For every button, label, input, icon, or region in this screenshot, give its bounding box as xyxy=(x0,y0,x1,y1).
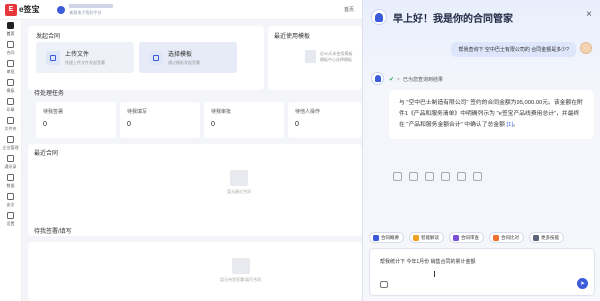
assistant-header: 早上好！我是你的合同管家 xyxy=(371,9,513,25)
template-icon xyxy=(7,79,14,87)
contract-icon xyxy=(7,41,14,49)
text-cursor xyxy=(434,271,435,277)
top-bar: E e签宝 新版电子签约平台 首页 xyxy=(0,0,362,20)
start-contract-title: 发起合同 xyxy=(36,34,61,40)
sidebar-item-folder[interactable]: 文件夹 xyxy=(0,115,21,134)
logo-text: e签宝 xyxy=(19,5,40,14)
chat-input[interactable]: 帮我统计下 今年1月份 销售合同的累计金额 ➤ xyxy=(369,248,595,296)
edit-icon[interactable] xyxy=(441,172,450,181)
summary-icon xyxy=(373,234,379,241)
pending-card xyxy=(28,242,362,301)
sidebar-item-enterprise[interactable]: 企业管理 xyxy=(0,134,21,153)
choose-template-desc: 通过模板发起签署 xyxy=(168,60,200,65)
sidebar-item-contacts[interactable]: 通讯录 xyxy=(0,153,21,172)
folder-icon xyxy=(7,117,14,125)
share-icon[interactable] xyxy=(425,172,434,181)
home-icon xyxy=(7,22,14,30)
sidebar-item-approval[interactable]: 审批 xyxy=(0,58,21,77)
chip-contract-compare[interactable]: 合同比对 xyxy=(489,232,524,243)
recent-contracts-title: 最近合同 xyxy=(34,151,59,157)
approval-icon xyxy=(7,60,14,68)
enterprise-icon xyxy=(7,136,14,144)
upload-file-label: 上传文件 xyxy=(65,52,90,58)
choose-template-button[interactable]: 选择模板 通过模板发起签署 xyxy=(139,42,237,73)
upload-icon xyxy=(46,50,60,65)
recent-template-empty: 近90天未使用模板 模板中心选择模板 xyxy=(305,50,352,63)
user-avatar xyxy=(580,42,592,54)
org-name-redacted xyxy=(69,3,114,8)
assistant-avatar-icon xyxy=(371,9,387,25)
todo-to-approve[interactable]: 待我审批 0 xyxy=(204,102,284,138)
todo-others[interactable]: 待他人操作 0 xyxy=(288,102,362,138)
todo-to-sign[interactable]: 待我签署 0 xyxy=(36,102,116,138)
logo[interactable]: E e签宝 xyxy=(5,3,40,16)
seal-icon xyxy=(7,98,14,106)
assistant-greeting: 早上好！我是你的合同管家 xyxy=(393,13,513,25)
chip-more-skills[interactable]: 更多技能 xyxy=(529,232,564,243)
copy-icon[interactable] xyxy=(393,172,402,181)
todo-to-fill[interactable]: 待我填写 0 xyxy=(120,102,200,138)
empty-state-icon xyxy=(231,258,250,274)
sidebar-item-template[interactable]: 模板 xyxy=(0,77,21,96)
attachment-icon[interactable] xyxy=(380,281,388,288)
choose-template-label: 选择模板 xyxy=(168,52,193,58)
sidebar-item-seal[interactable]: 印章 xyxy=(0,96,21,115)
security-icon xyxy=(7,193,14,201)
sidebar-item-security[interactable]: 安全 xyxy=(0,191,21,210)
skill-chips: 合同概要 智能解读 合同审查 合同比对 更多技能 xyxy=(369,232,569,243)
pending-title: 待我签署/填写 xyxy=(34,229,72,235)
check-icon: ✔ xyxy=(389,77,395,83)
recent-template-line1: 近90天未使用模板 xyxy=(320,50,353,56)
chip-contract-summary[interactable]: 合同概要 xyxy=(369,232,404,243)
upload-file-desc: 快速上传文件发起签署 xyxy=(65,60,105,65)
empty-state-icon xyxy=(230,170,248,186)
todo-title: 待处理任务 xyxy=(34,91,65,97)
sidebar: 首页 合同 审批 模板 印章 文件夹 企业管理 通讯录 数据 安全 设置 xyxy=(0,20,22,301)
recent-contracts-card xyxy=(28,144,362,236)
recent-template-line2[interactable]: 模板中心选择模板 xyxy=(320,57,352,63)
assistant-answer: 与 "空中巴士制造有限公司" 签约的合同金额为95,000.00元。该金额在附件… xyxy=(389,90,594,139)
send-button[interactable]: ➤ xyxy=(577,278,588,289)
org-avatar xyxy=(57,5,66,14)
more-icon xyxy=(533,234,539,241)
assistant-panel: 早上好！我是你的合同管家 × 帮我查询下 空中巴士有限公司的 合同金额是多少? … xyxy=(362,0,600,301)
topbar-home-link[interactable]: 首页 xyxy=(344,6,354,13)
sidebar-item-home[interactable]: 首页 xyxy=(0,20,21,39)
refresh-icon[interactable] xyxy=(409,172,418,181)
query-status-text: 已为您查询到结果 xyxy=(402,77,443,83)
assistant-small-avatar-icon xyxy=(371,72,384,85)
upload-file-button[interactable]: 上传文件 快速上传文件发起签署 xyxy=(36,42,134,73)
recent-contracts-empty: 暂无最近合同 xyxy=(227,170,251,195)
logo-mark: E xyxy=(5,3,17,16)
answer-text: 与 "空中巴士制造有限公司" 签约的合同金额为95,000.00元。该金额在附件… xyxy=(399,100,583,128)
org-subtitle: 新版电子签约平台 xyxy=(69,9,102,15)
template-select-icon xyxy=(149,50,163,65)
sidebar-item-data[interactable]: 数据 xyxy=(0,172,21,191)
recent-templates-title: 最近使用模板 xyxy=(274,34,311,40)
pending-empty: 暂无待我签署/填写合同 xyxy=(220,258,261,283)
main-content: 发起合同 上传文件 快速上传文件发起签署 选择模板 通过模板发起签署 最近使用模… xyxy=(22,20,362,301)
answer-actions xyxy=(393,172,489,181)
org-switcher[interactable]: 新版电子签约平台 xyxy=(57,3,114,16)
sidebar-item-settings[interactable]: 设置 xyxy=(0,210,21,229)
close-icon[interactable]: × xyxy=(586,9,592,20)
thumbs-down-icon[interactable] xyxy=(473,172,482,181)
thumbs-up-icon[interactable] xyxy=(457,172,466,181)
document-icon xyxy=(305,50,316,63)
data-icon xyxy=(7,174,14,182)
chip-contract-review[interactable]: 合同审查 xyxy=(449,232,484,243)
compare-icon xyxy=(493,234,499,241)
settings-icon xyxy=(7,212,14,220)
interpret-icon xyxy=(413,234,419,241)
chip-smart-interpret[interactable]: 智能解读 xyxy=(409,232,444,243)
sidebar-item-contract[interactable]: 合同 xyxy=(0,39,21,58)
query-status: ✔ × 已为您查询到结果 xyxy=(389,76,443,84)
chat-input-text[interactable]: 帮我统计下 今年1月份 销售合同的累计金额 xyxy=(380,258,476,265)
contacts-icon xyxy=(7,155,14,163)
user-message: 帮我查询下 空中巴士有限公司的 合同金额是多少? xyxy=(451,42,576,57)
review-icon xyxy=(453,234,459,241)
